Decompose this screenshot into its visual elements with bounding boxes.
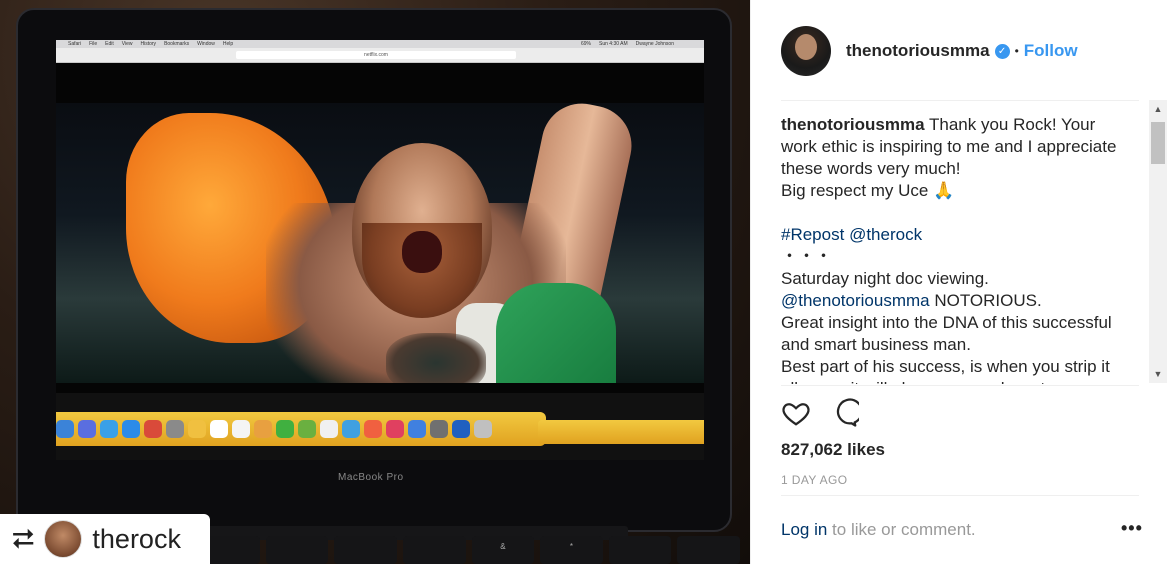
laptop: Safari File Edit View History Bookmarks … bbox=[16, 8, 732, 540]
menubar-item: History bbox=[140, 41, 157, 47]
itunes-icon bbox=[364, 420, 382, 438]
user-text: Dwayne Johnson bbox=[635, 41, 674, 47]
repost-badge: ⮂ therock bbox=[0, 514, 210, 564]
facetime-icon bbox=[298, 420, 316, 438]
mention-link[interactable]: @therock bbox=[849, 225, 922, 244]
launchpad-icon bbox=[78, 420, 96, 438]
key bbox=[677, 536, 740, 564]
chest-tattoo bbox=[386, 333, 486, 383]
mention-link[interactable]: @thenotoriousmma bbox=[781, 291, 930, 310]
appstore2-icon bbox=[408, 420, 426, 438]
mac-menubar: Safari File Edit View History Bookmarks … bbox=[56, 40, 704, 48]
calendar-icon bbox=[210, 420, 228, 438]
fighter-mouth bbox=[402, 231, 442, 273]
scroll-up-arrow-icon[interactable]: ▲ bbox=[1149, 100, 1167, 118]
more-options-icon[interactable]: ••• bbox=[1121, 518, 1143, 539]
menubar-item: Window bbox=[197, 41, 215, 47]
hashtag-link[interactable]: #Repost bbox=[781, 225, 844, 244]
scroll-thumb[interactable] bbox=[1151, 122, 1165, 164]
pages-icon bbox=[320, 420, 338, 438]
login-link[interactable]: Log in bbox=[781, 520, 827, 539]
caption-text: Best part of his success, is when you st… bbox=[781, 357, 1110, 384]
xcode-icon bbox=[452, 420, 470, 438]
clock-text: Sun 4:30 AM bbox=[599, 41, 628, 47]
ibooks-icon bbox=[386, 420, 404, 438]
user-avatar[interactable] bbox=[781, 26, 831, 76]
post-timestamp[interactable]: 1 DAY AGO bbox=[781, 473, 848, 487]
browser-toolbar: netflix.com bbox=[56, 48, 704, 63]
divider bbox=[781, 385, 1139, 386]
key bbox=[265, 536, 329, 564]
verified-badge-icon: ✓ bbox=[994, 43, 1010, 59]
repost-username: therock bbox=[92, 523, 181, 554]
chrome-icon bbox=[144, 420, 162, 438]
post-photo[interactable]: Safari File Edit View History Bookmarks … bbox=[0, 0, 750, 564]
laptop-screen: Safari File Edit View History Bookmarks … bbox=[56, 40, 704, 460]
comment-bubble-icon[interactable] bbox=[829, 398, 863, 433]
battery-text: 69% bbox=[580, 41, 591, 47]
menubar-item: File bbox=[89, 41, 98, 47]
menubar-item: Safari bbox=[68, 41, 82, 47]
separator-dot: • bbox=[1014, 44, 1019, 58]
macbook-label: MacBook Pro bbox=[338, 472, 404, 483]
video-player bbox=[56, 63, 704, 393]
finder-icon bbox=[56, 420, 74, 438]
repost-icon: ⮂ bbox=[12, 523, 35, 554]
menubar-item: Edit bbox=[105, 41, 114, 47]
repost-avatar bbox=[44, 520, 83, 558]
follow-button[interactable]: Follow bbox=[1024, 41, 1078, 61]
caption-text: Great insight into the DNA of this succe… bbox=[781, 313, 1112, 354]
post-side-panel: thenotoriousmma ✓ • Follow thenotoriousm… bbox=[750, 0, 1169, 564]
messages-icon bbox=[276, 420, 294, 438]
caption-text: NOTORIOUS. bbox=[929, 291, 1042, 310]
mail-icon bbox=[166, 420, 184, 438]
settings-icon bbox=[430, 420, 448, 438]
caption-dots: ・・・ bbox=[781, 247, 832, 266]
preview-icon bbox=[474, 420, 492, 438]
menubar-item: View bbox=[121, 41, 133, 47]
appstore-icon bbox=[122, 420, 140, 438]
browser-url: netflix.com bbox=[236, 51, 516, 59]
comment-prompt-text: to like or comment. bbox=[827, 520, 976, 539]
safari-icon bbox=[100, 420, 118, 438]
key bbox=[402, 536, 466, 564]
key bbox=[334, 536, 397, 564]
video-frame bbox=[56, 103, 704, 383]
reminders-icon bbox=[232, 420, 250, 438]
key bbox=[608, 536, 672, 564]
key: & bbox=[471, 536, 535, 564]
photos-icon bbox=[254, 420, 272, 438]
scroll-down-arrow-icon[interactable]: ▼ bbox=[1149, 365, 1167, 383]
username-link[interactable]: thenotoriousmma bbox=[846, 41, 990, 61]
caption-text: Saturday night doc viewing. bbox=[781, 269, 989, 288]
dock-documents bbox=[538, 420, 704, 444]
notes-icon bbox=[188, 420, 206, 438]
menubar-item: Bookmarks bbox=[164, 41, 190, 47]
post-caption: thenotoriousmma Thank you Rock! Your wor… bbox=[781, 114, 1131, 384]
divider bbox=[781, 100, 1139, 101]
divider bbox=[781, 495, 1139, 496]
caption-username[interactable]: thenotoriousmma bbox=[781, 115, 925, 134]
likes-count[interactable]: 827,062 likes bbox=[781, 440, 885, 460]
like-heart-icon[interactable] bbox=[781, 398, 811, 433]
caption-text: Big respect my Uce 🙏 bbox=[781, 181, 955, 200]
flag-green bbox=[496, 283, 616, 383]
menubar-item: Help bbox=[222, 41, 234, 47]
numbers-icon bbox=[342, 420, 360, 438]
post-header: thenotoriousmma ✓ • Follow bbox=[781, 26, 1078, 76]
comment-prompt: Log in to like or comment. bbox=[781, 520, 976, 540]
post-actions bbox=[781, 398, 863, 433]
mac-dock bbox=[56, 412, 546, 446]
key: * bbox=[540, 536, 603, 564]
caption-scrollbar[interactable]: ▲ ▼ bbox=[1149, 100, 1167, 383]
